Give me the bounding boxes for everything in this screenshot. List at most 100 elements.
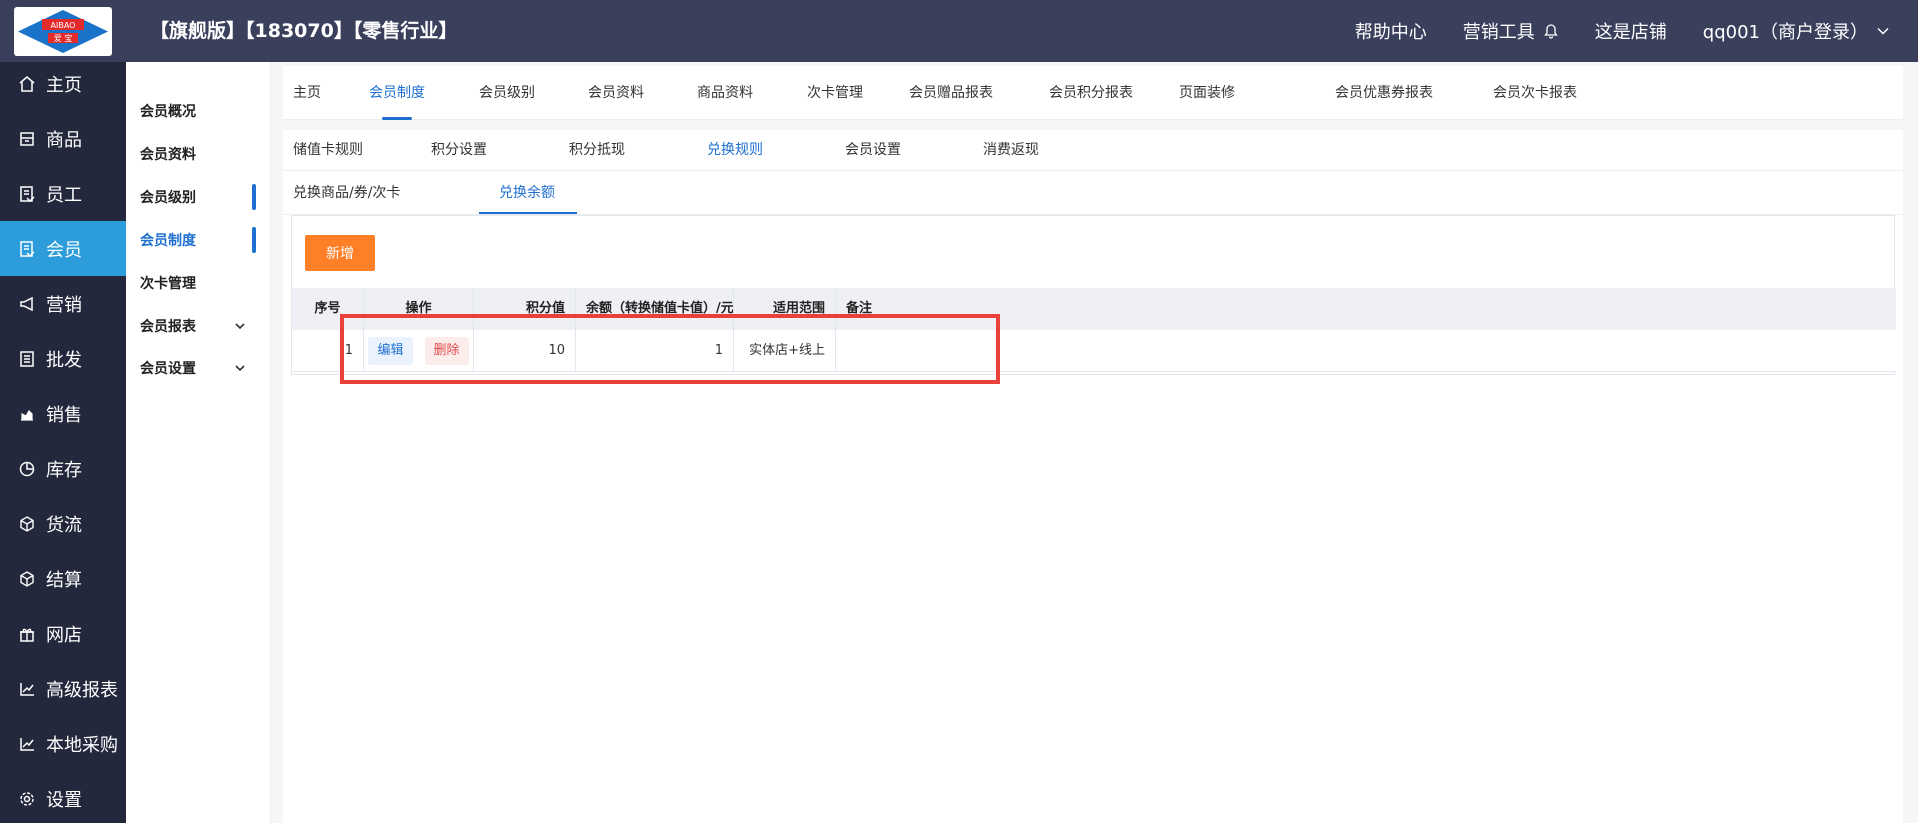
table-container: 新增 序号 操作 积分值 余额（转换储值卡值）/元 适用范围 备注 1 编辑 删除…	[291, 215, 1896, 375]
logo-text-top: AIBAO	[51, 21, 76, 30]
wholesale-icon	[18, 350, 36, 368]
top-tab-1[interactable]: 会员制度	[369, 66, 425, 120]
chevron-down-icon[interactable]	[234, 320, 246, 332]
top-tabs: 主页 会员制度 会员级别 会员资料 商品资料 次卡管理 会员赠品报表 会员积分报表 页面装修 会员…	[283, 66, 1903, 120]
shop-link[interactable]: 这是店铺	[1595, 18, 1667, 44]
sidebar-item-label: 本地采购	[46, 734, 118, 756]
sidebar-item-label: 货流	[46, 514, 82, 536]
header-scope: 适用范围	[734, 288, 836, 330]
sidebar-item-10[interactable]: 网店	[0, 606, 126, 661]
sidebar-item-6[interactable]: 销售	[0, 386, 126, 441]
edit-button[interactable]: 编辑	[368, 337, 413, 365]
sidebar-item-label: 员工	[46, 184, 82, 206]
sub-item-4[interactable]: 次卡管理	[140, 271, 260, 295]
top-tab-7[interactable]: 会员积分报表	[1049, 66, 1133, 120]
rule-tab-4[interactable]: 会员设置	[845, 130, 901, 170]
table-header: 序号 操作 积分值 余额（转换储值卡值）/元 适用范围 备注	[292, 288, 1896, 330]
top-header: AIBAO 爱 宝 【旗舰版】【183070】【零售行业】 帮助中心 营销工具 …	[0, 0, 1918, 62]
rule-tab-3[interactable]: 兑换规则	[707, 130, 763, 170]
top-tab-4[interactable]: 商品资料	[697, 66, 753, 120]
top-tab-8[interactable]: 页面装修	[1179, 66, 1235, 120]
sidebar-item-label: 营销	[46, 294, 82, 316]
sidebar-item-8[interactable]: 货流	[0, 496, 126, 551]
top-tab-6[interactable]: 会员赠品报表	[909, 66, 993, 120]
header-actions: 操作	[364, 288, 474, 330]
chevron-down-icon[interactable]	[234, 362, 246, 374]
sidebar-item-9[interactable]: 结算	[0, 551, 126, 606]
rule-tab-1[interactable]: 积分设置	[431, 130, 487, 170]
sub-item-1[interactable]: 会员资料	[140, 142, 260, 166]
top-tab-5[interactable]: 次卡管理	[807, 66, 863, 120]
edition-title: 【旗舰版】【183070】【零售行业】	[150, 20, 458, 42]
sidebar-item-0[interactable]: 主页	[0, 56, 126, 111]
rule-tab-0[interactable]: 储值卡规则	[293, 130, 363, 170]
scroll-marker	[252, 184, 256, 210]
sidebar-item-label: 设置	[46, 789, 82, 811]
marketing-tools-label: 营销工具	[1462, 22, 1535, 43]
help-center-link[interactable]: 帮助中心	[1355, 18, 1427, 44]
row-points: 10	[474, 330, 576, 372]
user-name: qq001（商户登录）	[1702, 22, 1868, 43]
sidebar-item-2[interactable]: 员工	[0, 166, 126, 221]
scroll-marker	[252, 227, 256, 253]
pie-chart-icon	[18, 460, 36, 478]
exchange-tab-1[interactable]: 兑换余额	[499, 171, 555, 215]
top-tab-0[interactable]: 主页	[293, 66, 321, 120]
top-tab-2[interactable]: 会员级别	[479, 66, 535, 120]
sub-item-0[interactable]: 会员概况	[140, 99, 260, 123]
sidebar-item-5[interactable]: 批发	[0, 331, 126, 386]
aibao-logo[interactable]: AIBAO 爱 宝	[14, 7, 112, 56]
line-chart-icon	[18, 680, 36, 698]
header-index: 序号	[292, 288, 364, 330]
delete-button[interactable]: 删除	[424, 337, 469, 365]
sidebar-item-label: 会员	[46, 239, 82, 261]
exchange-tab-0[interactable]: 兑换商品/券/次卡	[293, 171, 400, 215]
gear-icon	[18, 790, 36, 808]
sales-chart-icon	[18, 405, 36, 423]
add-button[interactable]: 新增	[305, 235, 375, 271]
sidebar-item-label: 主页	[46, 74, 82, 96]
bell-icon[interactable]	[1543, 23, 1559, 39]
header-balance: 余额（转换储值卡值）/元	[576, 288, 734, 330]
line-chart-icon	[18, 735, 36, 753]
row-index: 1	[292, 330, 364, 372]
sidebar-item-12[interactable]: 本地采购	[0, 716, 126, 771]
top-tab-9[interactable]: 会员优惠券报表	[1335, 66, 1433, 120]
sub-item-2[interactable]: 会员级别	[140, 185, 260, 209]
row-actions: 编辑 删除	[364, 330, 474, 372]
home-icon	[18, 75, 36, 93]
sidebar-item-1[interactable]: 商品	[0, 111, 126, 166]
sidebar-item-7[interactable]: 库存	[0, 441, 126, 496]
user-menu[interactable]: qq001（商户登录）	[1703, 18, 1890, 44]
gift-icon	[18, 625, 36, 643]
marketing-tools-link[interactable]: 营销工具	[1463, 18, 1559, 44]
settle-icon	[18, 570, 36, 588]
row-balance: 1	[576, 330, 734, 372]
megaphone-icon	[18, 295, 36, 313]
sidebar-item-label: 商品	[46, 129, 82, 151]
header-right: 帮助中心 营销工具 这是店铺 qq001（商户登录）	[1355, 0, 1890, 62]
sidebar-item-label: 结算	[46, 569, 82, 591]
sub-sidebar: 会员概况 会员资料 会员级别 会员制度 次卡管理 会员报表 会员设置	[126, 62, 271, 823]
rule-tab-5[interactable]: 消费返现	[983, 130, 1039, 170]
sidebar-item-3[interactable]: 会员	[0, 221, 126, 276]
main-content: 主页 会员制度 会员级别 会员资料 商品资料 次卡管理 会员赠品报表 会员积分报表 页面装修 会员…	[271, 62, 1918, 823]
staff-icon	[18, 185, 36, 203]
row-remark	[836, 330, 1896, 372]
top-tab-10[interactable]: 会员次卡报表	[1493, 66, 1577, 120]
header-points: 积分值	[474, 288, 576, 330]
logistics-icon	[18, 515, 36, 533]
goods-icon	[18, 130, 36, 148]
sub-item-3[interactable]: 会员制度	[140, 228, 260, 252]
top-tab-3[interactable]: 会员资料	[588, 66, 644, 120]
sidebar-item-label: 销售	[46, 404, 82, 426]
member-icon	[18, 240, 36, 258]
rule-tab-2[interactable]: 积分抵现	[569, 130, 625, 170]
row-scope: 实体店+线上	[734, 330, 836, 372]
sidebar-item-label: 库存	[46, 459, 82, 481]
sidebar-item-4[interactable]: 营销	[0, 276, 126, 331]
sidebar-item-11[interactable]: 高级报表	[0, 661, 126, 716]
sidebar-item-13[interactable]: 设置	[0, 771, 126, 823]
rules-panel: 储值卡规则 积分设置 积分抵现 兑换规则 会员设置 消费返现 兑换商品/券/次卡 兑换余额 …	[283, 130, 1903, 823]
sidebar-item-label: 高级报表	[46, 679, 118, 701]
